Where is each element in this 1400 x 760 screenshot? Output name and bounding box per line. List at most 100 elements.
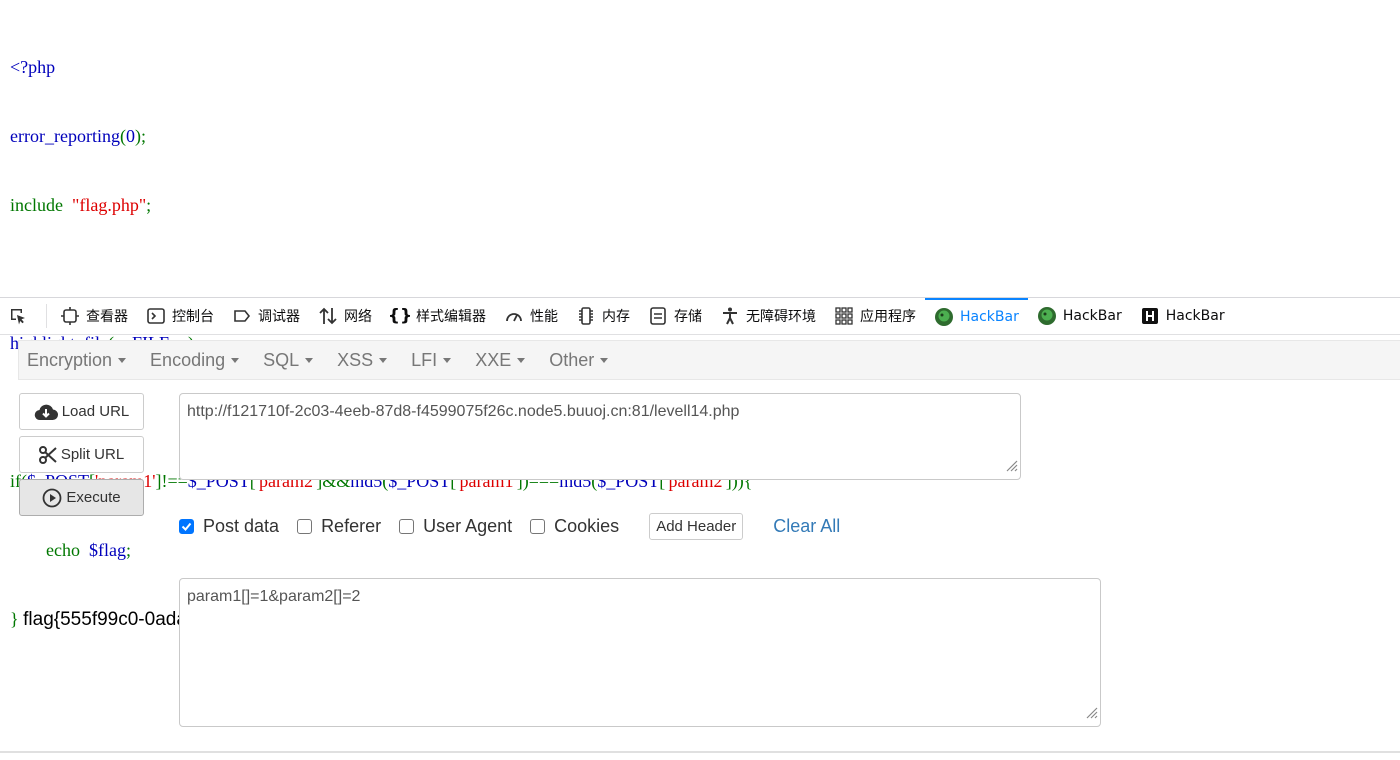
hackbar-green-icon <box>1037 306 1057 326</box>
button-label: Execute <box>66 489 121 506</box>
tab-hackbar-3[interactable]: HackBar <box>1131 298 1234 334</box>
option-label: Referer <box>321 515 382 536</box>
element-picker-icon <box>8 306 28 326</box>
tab-label: 调试器 <box>258 309 300 325</box>
code-token: "flag.php" <box>71 195 147 215</box>
style-editor-icon: {} <box>387 306 413 326</box>
php-open-tag: <?php <box>10 57 56 77</box>
menu-label: SQL <box>263 349 300 370</box>
tab-console[interactable]: 控制台 <box>137 298 223 334</box>
tab-label: HackBar <box>1062 308 1122 324</box>
tab-style-editor[interactable]: {} 样式编辑器 <box>381 298 495 334</box>
user-agent-option[interactable]: User Agent <box>399 516 512 537</box>
tab-label: 网络 <box>344 309 372 325</box>
play-circle-icon <box>42 488 62 508</box>
user-agent-checkbox[interactable] <box>399 518 415 534</box>
tab-label: 样式编辑器 <box>416 309 486 325</box>
post-data-checkbox[interactable] <box>179 518 194 534</box>
code-line-1: <?php <box>10 56 1390 79</box>
code-line-2: error_reporting(0); <box>10 125 1390 148</box>
menu-label: Other <box>549 349 595 370</box>
caret-down-icon <box>231 357 240 363</box>
tab-label: HackBar <box>1165 308 1225 324</box>
tab-label: 性能 <box>530 309 558 325</box>
menu-label: LFI <box>411 349 438 370</box>
caret-down-icon <box>379 357 388 363</box>
add-header-button[interactable]: Add Header <box>649 512 744 540</box>
network-icon <box>318 306 338 326</box>
resize-grip-icon[interactable] <box>1084 705 1098 724</box>
menu-lfi[interactable]: LFI <box>403 350 459 371</box>
caret-down-icon <box>118 357 127 363</box>
code-token: ; <box>146 195 152 215</box>
menu-encryption[interactable]: Encryption <box>19 350 134 371</box>
application-icon <box>834 306 854 326</box>
tab-storage[interactable]: 存储 <box>639 298 711 334</box>
menu-encoding[interactable]: Encoding <box>142 350 247 371</box>
tab-application[interactable]: 应用程序 <box>825 298 925 334</box>
execute-button[interactable]: Execute <box>19 479 144 516</box>
referer-option[interactable]: Referer <box>297 516 381 537</box>
menu-sql[interactable]: SQL <box>255 350 321 371</box>
menu-xss[interactable]: XSS <box>329 350 395 371</box>
tab-accessibility[interactable]: 无障碍环境 <box>711 298 825 334</box>
tab-label: 内存 <box>602 309 630 325</box>
post-data-input[interactable]: param1[]=1&param2[]=2 <box>179 578 1101 727</box>
load-url-button[interactable]: Load URL <box>19 393 144 430</box>
hackbar-black-icon <box>1140 306 1160 326</box>
option-label: Post data <box>203 515 280 536</box>
menu-xxe[interactable]: XXE <box>467 350 533 371</box>
tab-hackbar-2[interactable]: HackBar <box>1028 298 1131 334</box>
post-body-value: param1[]=1&param2[]=2 <box>187 588 361 605</box>
hackbar-menu: Encryption Encoding SQL XSS LFI XXE Othe… <box>18 340 1400 380</box>
code-token: include <box>10 195 63 215</box>
tab-memory[interactable]: 内存 <box>567 298 639 334</box>
performance-icon <box>504 306 524 326</box>
cookies-option[interactable]: Cookies <box>530 516 619 537</box>
memory-icon <box>576 306 596 326</box>
caret-down-icon <box>600 357 609 363</box>
tab-hackbar-1[interactable]: HackBar <box>925 298 1028 334</box>
tab-inspector[interactable]: 查看器 <box>51 298 137 334</box>
request-options: Post data Referer User Agent Cookies Add… <box>179 511 840 541</box>
accessibility-icon <box>720 306 740 326</box>
tab-label: HackBar <box>960 309 1019 325</box>
post-data-option[interactable]: Post data <box>179 516 279 537</box>
code-token: $flag <box>88 540 126 560</box>
code-token: error_reporting <box>10 126 120 146</box>
caret-down-icon <box>517 357 526 363</box>
menu-label: XSS <box>337 349 374 370</box>
tab-performance[interactable]: 性能 <box>495 298 567 334</box>
code-line-3: include "flag.php"; <box>10 194 1390 217</box>
cloud-download-icon <box>34 403 58 421</box>
tab-label: 应用程序 <box>860 309 916 325</box>
console-icon <box>146 306 166 326</box>
storage-icon <box>648 306 668 326</box>
code-token: } <box>10 609 19 629</box>
tab-label: 无障碍环境 <box>746 309 816 325</box>
caret-down-icon <box>305 357 314 363</box>
code-line-8: echo $flag; <box>10 539 1390 562</box>
tab-debugger[interactable]: 调试器 <box>223 298 309 334</box>
url-input[interactable]: http://f121710f-2c03-4eeb-87d8-f4599075f… <box>179 393 1021 480</box>
cookies-checkbox[interactable] <box>530 518 546 534</box>
tab-network[interactable]: 网络 <box>309 298 381 334</box>
hackbar-green-icon <box>934 307 954 327</box>
devtools-toolbar: 查看器 控制台 调试器 网络 {} 样式编辑器 性能 内存 存储 无障碍环境 应… <box>0 297 1400 335</box>
tab-label: 存储 <box>674 309 702 325</box>
menu-label: Encryption <box>27 349 113 370</box>
menu-other[interactable]: Other <box>541 350 616 371</box>
code-token: ); <box>134 126 146 146</box>
scissors-icon <box>38 445 57 464</box>
element-picker-button[interactable] <box>0 304 47 328</box>
clear-all-link[interactable]: Clear All <box>773 516 840 537</box>
code-token: ; <box>125 540 131 560</box>
referer-checkbox[interactable] <box>297 518 313 534</box>
menu-label: XXE <box>475 349 512 370</box>
tab-label: 控制台 <box>172 309 214 325</box>
resize-grip-icon[interactable] <box>1004 458 1018 477</box>
split-url-button[interactable]: Split URL <box>19 436 144 473</box>
option-label: User Agent <box>423 515 513 536</box>
panel-bottom-border <box>0 751 1400 753</box>
